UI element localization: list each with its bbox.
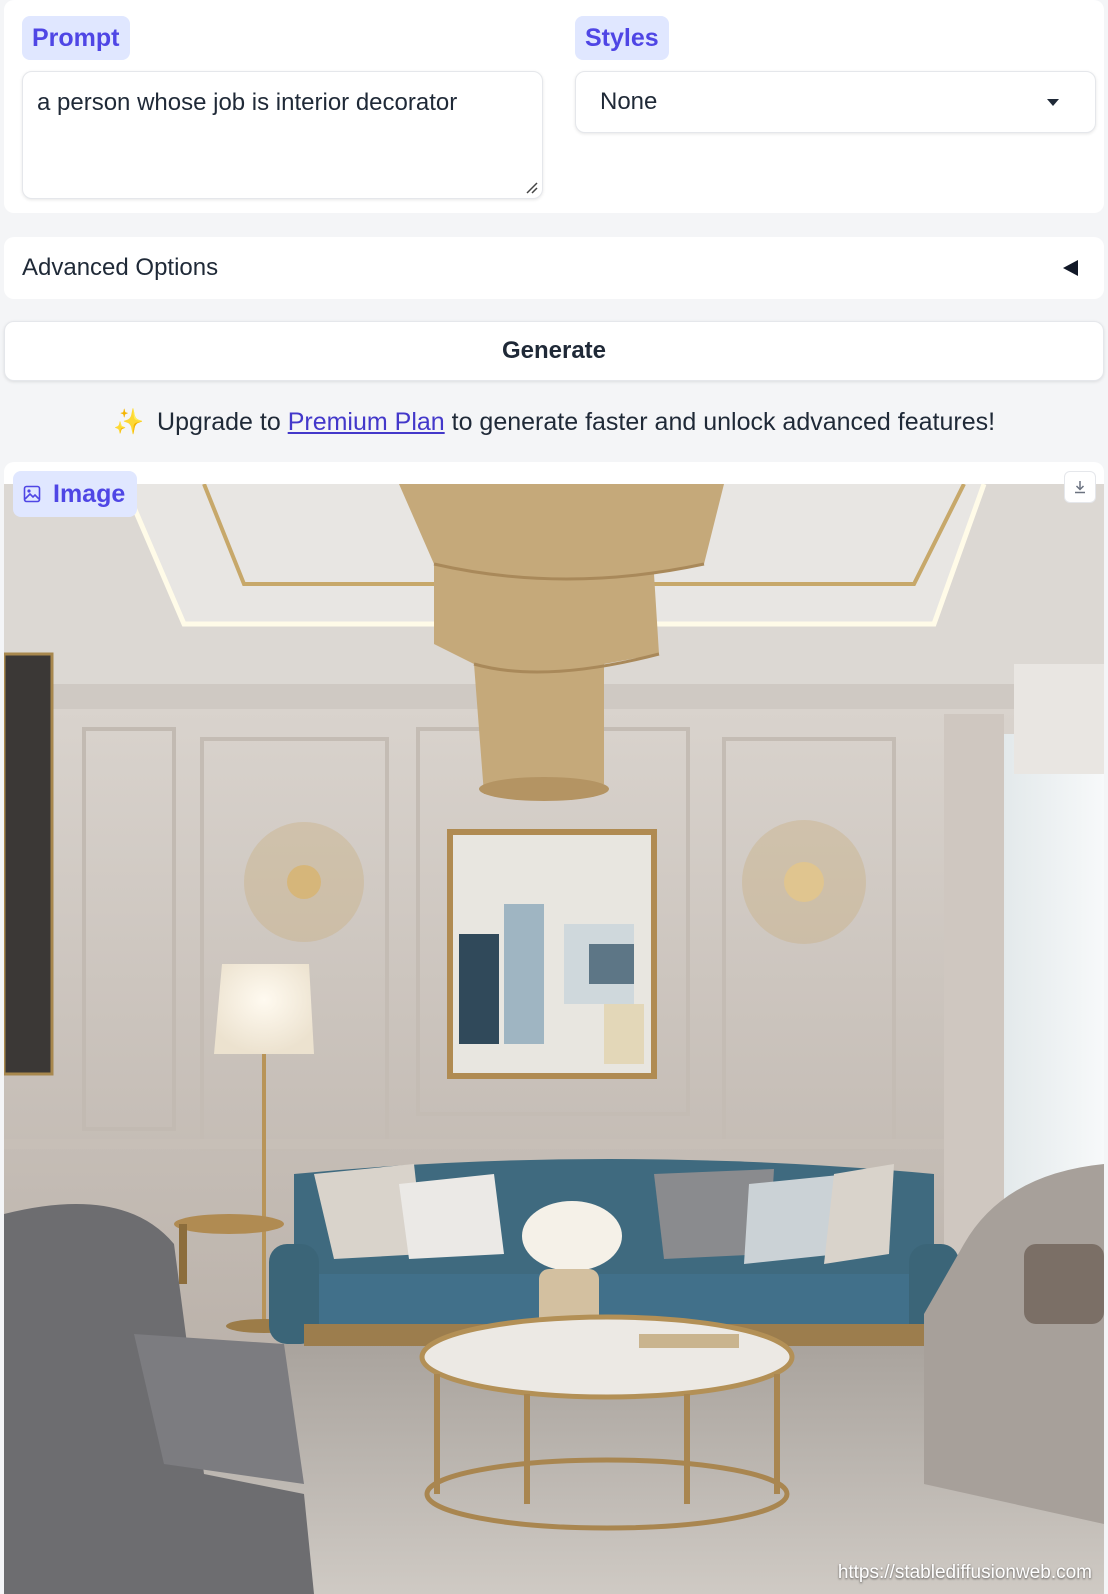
sunburst-mirror-right	[742, 820, 866, 944]
styles-selected-value: None	[600, 88, 658, 115]
prompt-text: a person whose job is interior decorator	[37, 89, 458, 116]
image-label: Image	[53, 480, 126, 508]
advanced-options-accordion[interactable]: Advanced Options	[4, 237, 1104, 299]
triangle-left-icon	[1063, 260, 1078, 276]
prompt-textarea[interactable]: a person whose job is interior decorator	[22, 71, 543, 199]
generate-button[interactable]: Generate	[4, 321, 1104, 381]
generated-image	[4, 484, 1104, 1594]
living-room-illustration	[4, 484, 1104, 1594]
advanced-options-label: Advanced Options	[22, 254, 219, 281]
image-label-badge: Image	[13, 471, 138, 517]
download-icon	[1075, 481, 1085, 494]
output-image-panel: Image https://stablediffusionweb.com	[4, 462, 1104, 1594]
app-page: Prompt a person whose job is interior de…	[0, 0, 1108, 1594]
input-panel: Prompt a person whose job is interior de…	[4, 0, 1104, 213]
premium-plan-link[interactable]: Premium Plan	[288, 408, 445, 436]
upgrade-text-before: Upgrade to	[157, 408, 281, 436]
image-icon	[23, 485, 41, 503]
upgrade-banner: ✨ Upgrade to Premium Plan to generate fa…	[0, 400, 1108, 444]
resize-handle-icon[interactable]	[523, 179, 539, 195]
prompt-label: Prompt	[22, 16, 130, 60]
upgrade-text-after: to generate faster and unlock advanced f…	[451, 408, 996, 436]
watermark-text: https://stablediffusionweb.com	[837, 1562, 1092, 1583]
sunburst-mirror-left	[244, 822, 364, 942]
sparkle-icon: ✨	[112, 408, 145, 436]
caret-down-icon	[1047, 99, 1059, 106]
styles-label: Styles	[575, 16, 669, 60]
download-button[interactable]	[1064, 471, 1096, 503]
styles-dropdown[interactable]: None	[575, 71, 1096, 133]
